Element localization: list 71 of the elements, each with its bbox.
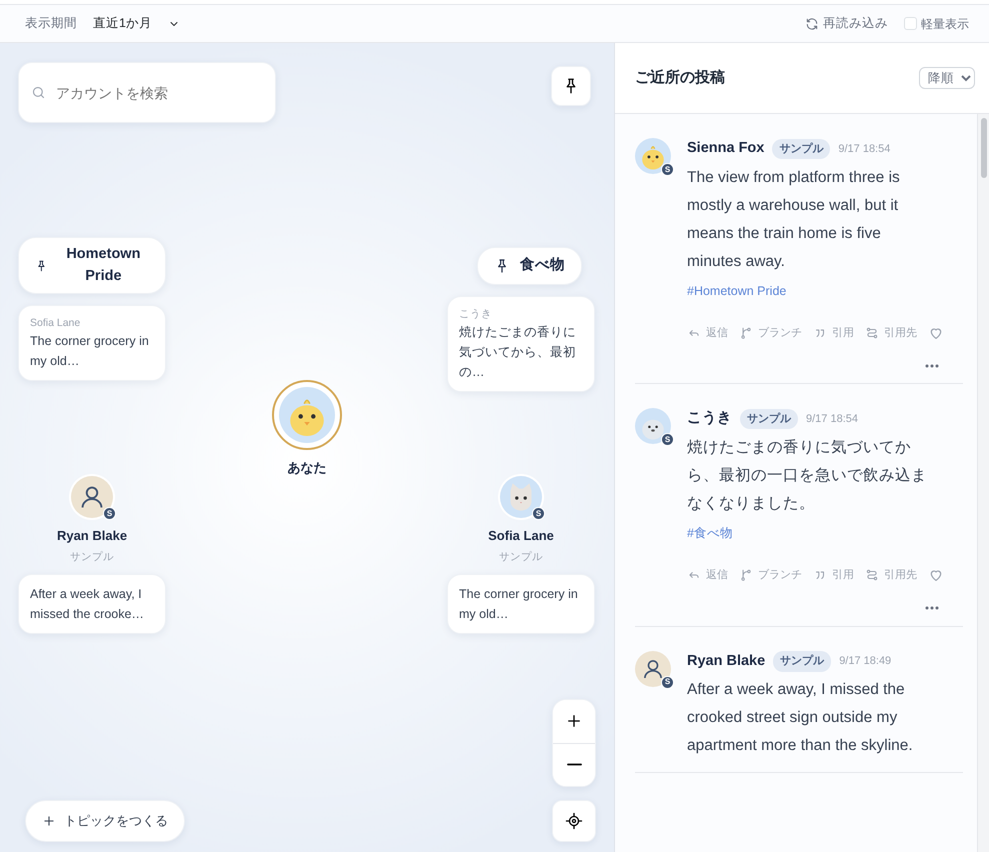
my-label: あなた xyxy=(288,459,326,477)
user-tag: サンプル xyxy=(499,550,543,566)
chick-icon xyxy=(635,138,671,174)
search-field[interactable]: アカウントを検索 xyxy=(54,72,254,112)
target-icon xyxy=(565,812,583,830)
topic-button[interactable]: 食べ物 xyxy=(477,247,582,285)
author-name[interactable]: Sienna Fox xyxy=(687,138,764,160)
topic-button[interactable]: Hometown Pride xyxy=(18,237,166,294)
sort-select[interactable]: 降順 xyxy=(919,67,975,89)
zoom-in-button[interactable] xyxy=(553,700,595,742)
search-box[interactable]: アカウントを検索 xyxy=(18,62,276,123)
user-tag: サンプル xyxy=(70,550,114,566)
avatar-badge: S xyxy=(661,433,674,446)
author-name[interactable]: こうき xyxy=(687,408,732,430)
light-mode-label: 軽量表示 xyxy=(921,16,969,32)
plus-icon xyxy=(42,814,56,828)
more-icon xyxy=(925,364,939,368)
post-body: The view from platform three is mostly a warehouse wall, but it means the train home is five minutes away. xyxy=(687,168,901,272)
preview-text: The corner grocery in my old… xyxy=(30,333,150,370)
sample-tag: サンプル xyxy=(740,408,798,430)
avatar-badge: S xyxy=(532,507,545,520)
branch-icon xyxy=(739,568,753,582)
post-body: 焼けたごまの香りに気づいてから、最初の一口を急いで飲み込まなくなりました。 xyxy=(687,438,928,514)
reload-icon xyxy=(805,16,819,30)
post-time: 9/17 18:54 xyxy=(838,142,890,157)
create-topic-button[interactable]: トピックをつくる xyxy=(25,800,185,842)
avatar-badge: S xyxy=(661,676,674,688)
author-avatar[interactable]: S xyxy=(635,408,671,444)
locate-button[interactable] xyxy=(552,800,596,842)
post-time: 9/17 18:54 xyxy=(806,412,858,427)
seal-icon xyxy=(635,408,671,444)
preview-text: The corner grocery in my old… xyxy=(459,586,579,623)
person-icon xyxy=(71,476,113,518)
preview-author: こうき xyxy=(459,307,493,322)
search-icon xyxy=(31,85,46,100)
hashtag-link[interactable]: #食べ物 xyxy=(687,524,733,543)
person-icon xyxy=(635,650,671,686)
post-body: After a week away, I missed the crooked street sign outside my apartment more than the skyline. xyxy=(687,680,914,756)
cat-icon xyxy=(500,476,542,518)
preview-author: Sofia Lane xyxy=(30,316,82,331)
post-preview-card[interactable]: こうき 焼けたごまの香りに気づいてから、最初の… xyxy=(447,296,595,392)
user-name[interactable]: Ryan Blake xyxy=(56,526,128,546)
more-icon xyxy=(925,606,939,610)
user-name[interactable]: Sofia Lane xyxy=(488,526,554,546)
preview-text: 焼けたごまの香りに気づいてから、最初の… xyxy=(459,324,577,381)
post-preview-card[interactable]: The corner grocery in my old… xyxy=(447,574,595,634)
minus-icon xyxy=(566,763,582,766)
period-dropdown[interactable]: 直近1か月 xyxy=(93,14,180,33)
reload-button[interactable]: 再読み込み xyxy=(805,14,888,33)
feed-title: ご近所の投稿 xyxy=(635,69,725,87)
branch-icon xyxy=(739,326,753,340)
pin-button[interactable] xyxy=(551,66,591,106)
route-icon xyxy=(865,568,879,582)
avatar-badge: S xyxy=(103,507,116,520)
avatar-badge: S xyxy=(661,163,674,176)
post-time: 9/17 18:49 xyxy=(839,654,892,670)
post-preview-card[interactable]: After a week away, I missed the crooke… xyxy=(18,574,166,634)
chick-icon xyxy=(279,387,335,443)
scrollbar-thumb[interactable] xyxy=(981,118,987,178)
hashtag-link[interactable]: #Hometown Pride xyxy=(687,282,786,300)
author-name[interactable]: Ryan Blake xyxy=(687,650,766,672)
post-preview-card[interactable]: Sofia Lane The corner grocery in my old… xyxy=(18,305,166,381)
author-avatar[interactable]: S xyxy=(635,138,671,174)
route-icon xyxy=(865,326,879,340)
preview-text: After a week away, I missed the crooke… xyxy=(30,586,145,623)
sample-tag: サンプル xyxy=(773,651,832,672)
period-label: 表示期間 xyxy=(25,15,77,32)
sample-tag: サンプル xyxy=(772,138,830,160)
author-avatar[interactable]: S xyxy=(635,650,671,686)
light-mode-checkbox[interactable] xyxy=(904,17,917,30)
zoom-out-button[interactable] xyxy=(553,742,595,786)
